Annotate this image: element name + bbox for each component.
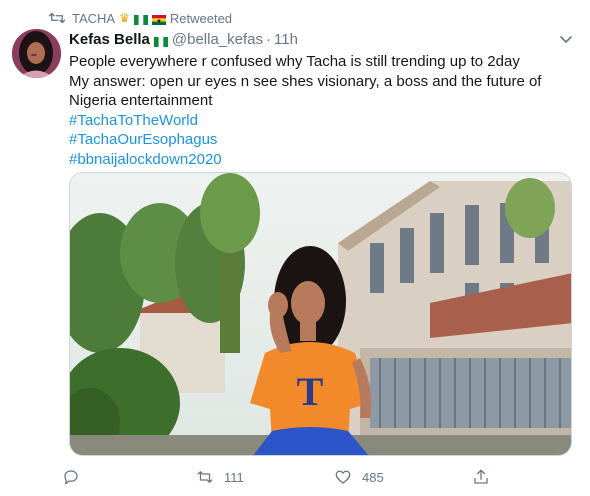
separator-dot: · — [266, 30, 271, 48]
share-button[interactable] — [472, 466, 490, 488]
avatar[interactable] — [12, 29, 61, 78]
retweeted-label: Retweeted — [169, 10, 233, 26]
display-name[interactable]: Kefas Bella — [69, 31, 150, 48]
retweet-button[interactable]: 111 — [196, 466, 244, 488]
shirt-letter: T — [297, 369, 324, 414]
tweet-actions: 111 485 — [62, 466, 502, 488]
like-count: 485 — [362, 469, 384, 485]
tweet-text: People everywhere r confused why Tacha i… — [69, 52, 569, 169]
tweet-line: People everywhere r confused why Tacha i… — [69, 53, 520, 70]
nigeria-flag-icon — [153, 34, 168, 47]
retweet-count: 111 — [224, 469, 244, 485]
tweet-line: My answer: open ur eyes n see shes visio… — [69, 72, 542, 90]
tweet-line: Nigeria entertainment — [69, 92, 213, 109]
user-handle[interactable]: @bella_kefas — [172, 31, 263, 48]
reply-icon — [64, 470, 78, 485]
hashtag-link[interactable]: #bbnaijalockdown2020 — [69, 150, 569, 170]
retweet-icon — [48, 12, 66, 24]
tweet-header: Kefas Bella @bella_kefas · 11h — [69, 29, 578, 49]
tweet-time[interactable]: 11h — [274, 31, 298, 48]
chevron-down-icon[interactable] — [558, 31, 574, 47]
retweet-context: TACHA ♛ Retweeted — [48, 9, 232, 27]
retweet-icon — [197, 471, 213, 483]
tweet-photo[interactable]: T — [69, 172, 572, 456]
heart-icon — [335, 470, 351, 484]
nigeria-flag-icon — [133, 13, 148, 25]
retweeter-name[interactable]: TACHA — [72, 11, 115, 26]
hashtag-link[interactable]: #TachaOurEsophagus — [69, 130, 569, 150]
hashtag-link[interactable]: #TachaToTheWorld — [69, 111, 569, 131]
ghana-flag-icon — [151, 13, 166, 25]
share-icon — [474, 469, 488, 484]
like-button[interactable]: 485 — [334, 466, 384, 488]
reply-button[interactable] — [62, 466, 90, 488]
crown-icon: ♛ — [119, 11, 130, 25]
